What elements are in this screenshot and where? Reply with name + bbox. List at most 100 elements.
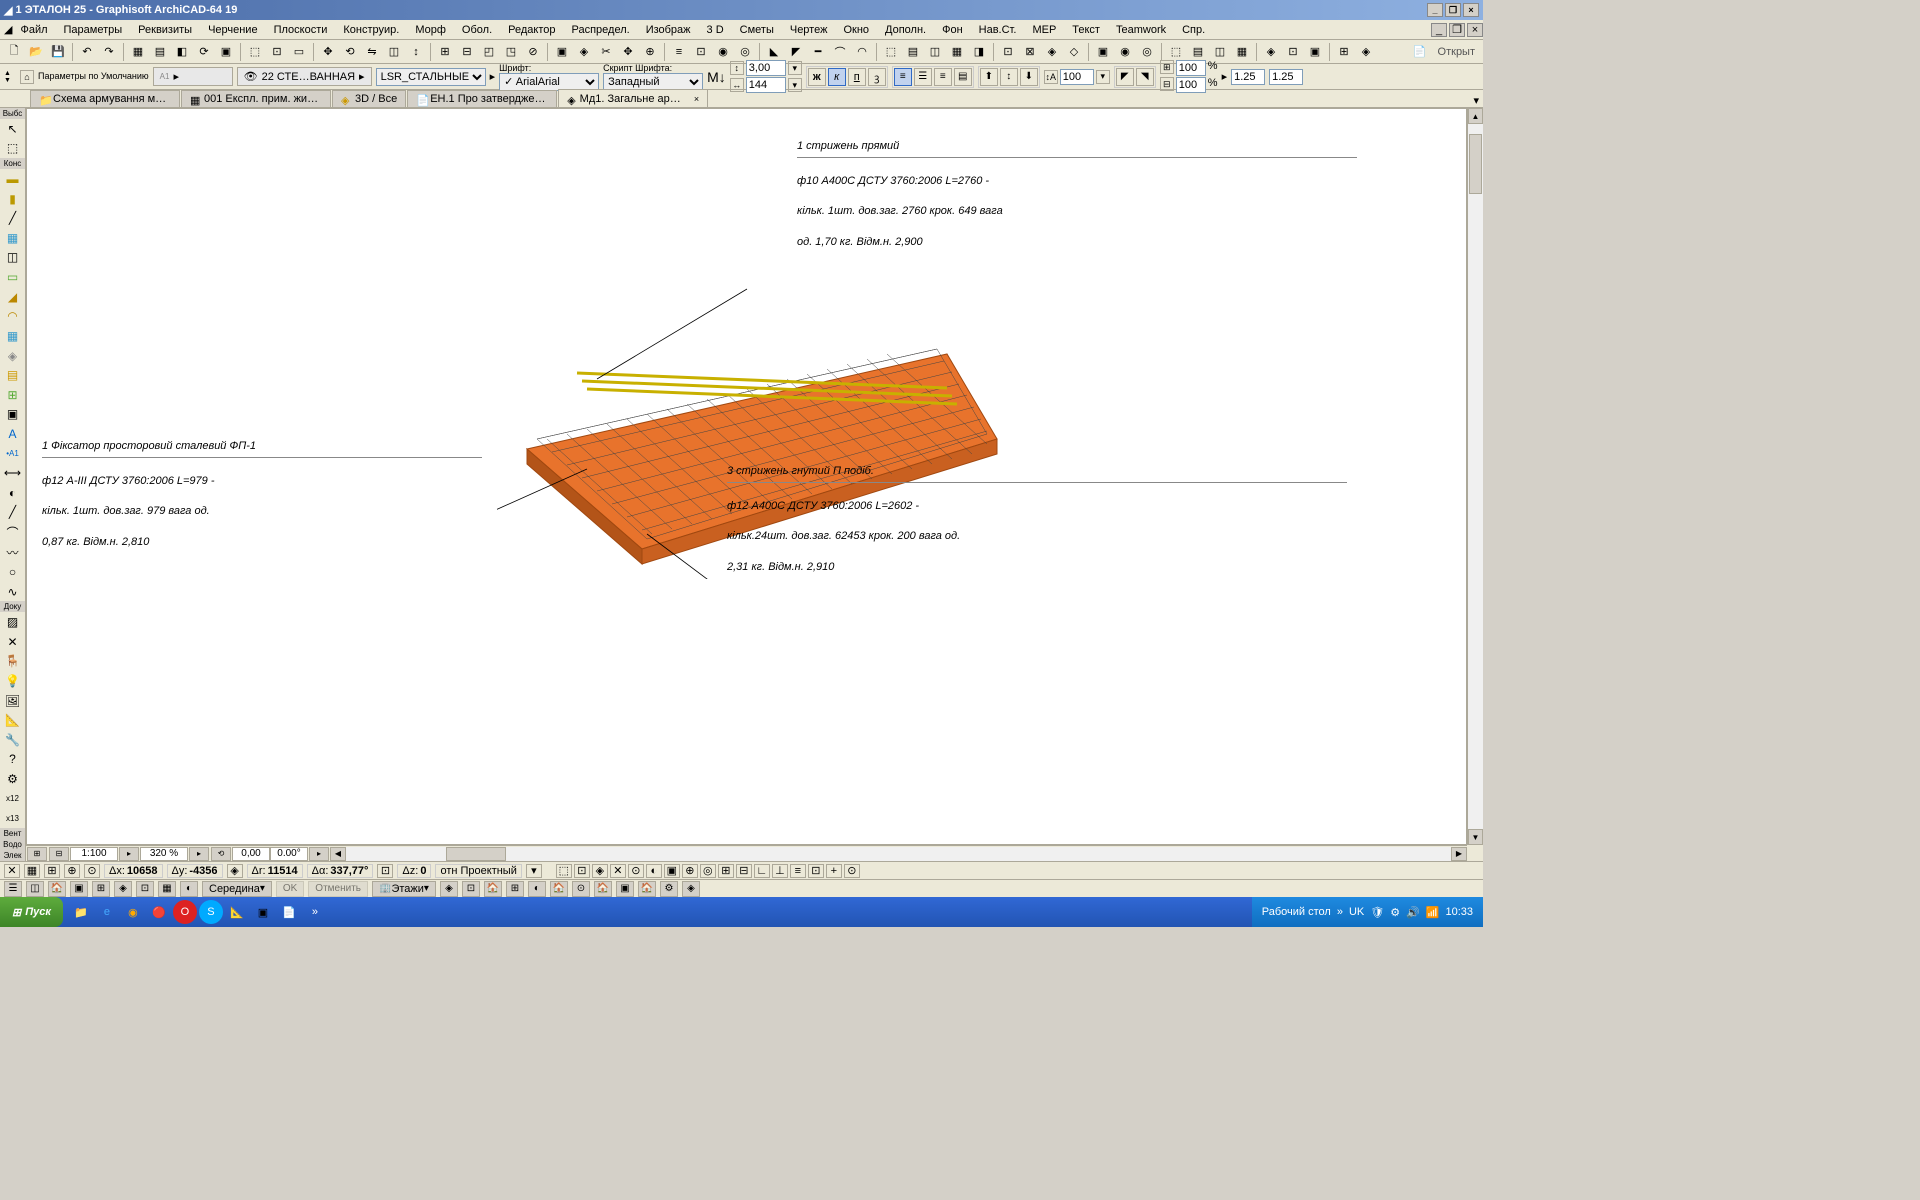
tool-misc[interactable]: 🔧 (2, 731, 24, 749)
polyline-tool[interactable]: 〰 (2, 543, 24, 561)
tool-button[interactable]: ⌒ (830, 42, 850, 62)
scroll-track[interactable] (346, 847, 1451, 861)
tray-icon[interactable]: ⚙ (1390, 906, 1400, 919)
anchor-1-button[interactable]: ◤ (1116, 68, 1134, 86)
coord-btn[interactable]: ▦ (24, 864, 40, 878)
hscroll-btn[interactable]: ▸ (189, 847, 209, 861)
snap-btn[interactable]: ◎ (700, 864, 716, 878)
coord-btn[interactable]: ✕ (4, 864, 20, 878)
tool-button[interactable]: ▤ (903, 42, 923, 62)
tool-button[interactable]: ⊞ (435, 42, 455, 62)
quicklaunch-opera[interactable]: O (173, 900, 197, 924)
chevron-down-icon[interactable]: ▾ (788, 61, 802, 75)
tool-button[interactable]: ◧ (172, 42, 192, 62)
snap-btn[interactable]: ⊞ (718, 864, 734, 878)
fill-tool[interactable]: ▨ (2, 613, 24, 631)
tool-button[interactable]: ◠ (852, 42, 872, 62)
clock[interactable]: 10:33 (1445, 906, 1473, 918)
snap-btn[interactable]: ⊡ (808, 864, 824, 878)
tool-button[interactable]: ◈ (574, 42, 594, 62)
col-a-input[interactable] (1176, 60, 1206, 76)
rotate-button[interactable]: ⟲ (340, 42, 360, 62)
tool-button[interactable]: ◈ (1042, 42, 1062, 62)
quicklaunch-app[interactable]: 📐 (225, 900, 249, 924)
bot-btn[interactable]: ⊙ (572, 881, 590, 897)
text-tool[interactable]: A (2, 425, 24, 443)
tool-button[interactable]: ▣ (1305, 42, 1325, 62)
tab-scheme[interactable]: 📁Схема армування монолітни… (30, 90, 180, 107)
align-center-button[interactable]: ☰ (914, 68, 932, 86)
menu-construct[interactable]: Конструир. (335, 22, 407, 38)
minimize-button[interactable]: _ (1427, 3, 1443, 17)
hscroll-btn[interactable]: ⟲ (211, 847, 231, 861)
layer-selector[interactable]: A1 ▸ (153, 67, 233, 86)
tool-button[interactable]: ◫ (384, 42, 404, 62)
tool-button[interactable]: ⬚ (1166, 42, 1186, 62)
bot-btn[interactable]: ◈ (440, 881, 458, 897)
roof-tool[interactable]: ◢ (2, 288, 24, 306)
close-button[interactable]: × (1463, 3, 1479, 17)
tool-button[interactable]: ⊟ (457, 42, 477, 62)
mirror-button[interactable]: ⇋ (362, 42, 382, 62)
tool-button[interactable]: ━ (808, 42, 828, 62)
bot-btn[interactable]: ◈ (682, 881, 700, 897)
menu-window[interactable]: Окно (835, 22, 877, 38)
mesh-tool[interactable]: ⊞ (2, 386, 24, 404)
coord-btn[interactable]: ⊕ (64, 864, 80, 878)
tool-button[interactable]: ◈ (1356, 42, 1376, 62)
morph-tool[interactable]: ◈ (2, 347, 24, 365)
drawing-tool[interactable]: 📐 (2, 711, 24, 729)
section-tool[interactable]: ◐ (2, 484, 24, 502)
snap-btn[interactable]: ≡ (790, 864, 806, 878)
circle-tool[interactable]: ○ (2, 563, 24, 581)
wall-tool[interactable]: ▬ (2, 170, 24, 188)
quicklaunch-skype[interactable]: S (199, 900, 223, 924)
snap-btn[interactable]: ⬚ (556, 864, 572, 878)
label-tool[interactable]: •A1 (2, 445, 24, 463)
arc-tool[interactable]: ⌒ (2, 523, 24, 541)
quicklaunch-app[interactable]: 📁 (69, 900, 93, 924)
align-left-button[interactable]: ≡ (894, 68, 912, 86)
hotspot-tool[interactable]: ✕ (2, 633, 24, 651)
snap-btn[interactable]: ◈ (592, 864, 608, 878)
tool-button[interactable]: ≡ (669, 42, 689, 62)
tool-button[interactable]: ✂ (596, 42, 616, 62)
bot-btn[interactable]: ⊡ (136, 881, 154, 897)
window-tool[interactable]: ▦ (2, 229, 24, 247)
tool-button[interactable]: ◫ (925, 42, 945, 62)
bold-button[interactable]: ж (808, 68, 826, 86)
tool-button[interactable]: ⊡ (998, 42, 1018, 62)
menu-3d[interactable]: 3 D (699, 22, 732, 38)
menu-help[interactable]: Спр. (1174, 22, 1213, 38)
ok-button[interactable]: OK (276, 881, 304, 897)
coord-mode[interactable]: отн Проектный (435, 864, 521, 878)
column-tool[interactable]: ▮ (2, 190, 24, 208)
tab-001[interactable]: ▦001 Експл. прим. житл. буд.… (181, 90, 331, 107)
viewport[interactable]: 1 стрижень прямий ф10 А400С ДСТУ 3760:20… (26, 108, 1467, 845)
open-button[interactable]: 📂 (26, 42, 46, 62)
tool-button[interactable]: ⬚ (245, 42, 265, 62)
width-input[interactable] (746, 77, 786, 93)
menu-background[interactable]: Фон (934, 22, 971, 38)
figure-tool[interactable]: 🖼 (2, 692, 24, 710)
curtain-tool[interactable]: ▦ (2, 327, 24, 345)
tool-button[interactable]: ▦ (128, 42, 148, 62)
scroll-up-button[interactable]: ▲ (1468, 108, 1483, 124)
maximize-button[interactable]: ❐ (1445, 3, 1461, 17)
tool-button[interactable]: ◳ (501, 42, 521, 62)
tool-button[interactable]: ⊡ (267, 42, 287, 62)
menu-teamwork[interactable]: Teamwork (1108, 22, 1174, 38)
coord-btn[interactable]: ⊡ (377, 864, 393, 878)
tool-button[interactable]: ▣ (1093, 42, 1113, 62)
font-select[interactable]: ✓ ArialArial (499, 73, 599, 91)
coord-btn[interactable]: ⊞ (44, 864, 60, 878)
valign-mid-button[interactable]: ↕ (1000, 68, 1018, 86)
tool-button[interactable]: ◉ (713, 42, 733, 62)
show-desktop-label[interactable]: Рабочий стол (1262, 906, 1331, 918)
menu-attrs[interactable]: Реквизиты (130, 22, 200, 38)
bot-btn[interactable]: ◫ (26, 881, 44, 897)
anchor-2-button[interactable]: ◥ (1136, 68, 1154, 86)
tool-button[interactable]: ✥ (618, 42, 638, 62)
bot-btn[interactable]: ⊞ (92, 881, 110, 897)
quicklaunch-app[interactable]: ◉ (121, 900, 145, 924)
